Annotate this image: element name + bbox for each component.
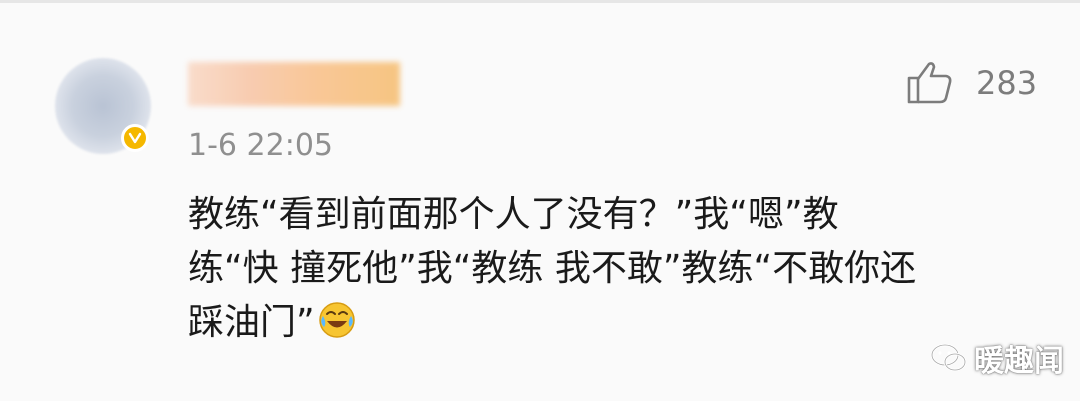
comment-timestamp: 1-6 22:05	[188, 128, 333, 163]
username-censored[interactable]	[188, 62, 400, 106]
wechat-style-icon	[930, 343, 967, 372]
comment-line: 踩油门”	[188, 296, 1048, 350]
comment-text: 教练“看到前面那个人了没有？”我“嗯”教 练“快 撞死他”我“教练 我不敢”教练…	[188, 188, 1048, 350]
watermark-text: 暖趣闻	[974, 344, 1064, 379]
like-count: 283	[976, 64, 1038, 102]
verified-badge-icon	[121, 124, 149, 152]
comment-line: 练“快 撞死他”我“教练 我不敢”教练“不敢你还	[188, 248, 917, 289]
watermark: 暖趣闻	[930, 336, 1064, 380]
comment-line: 教练“看到前面那个人了没有？”我“嗯”教	[188, 194, 839, 235]
laughing-crying-emoji-icon	[318, 302, 355, 338]
top-divider	[0, 0, 1080, 3]
thumbs-up-icon[interactable]	[905, 60, 953, 104]
comment-line-text: 踩油门”	[188, 302, 315, 343]
